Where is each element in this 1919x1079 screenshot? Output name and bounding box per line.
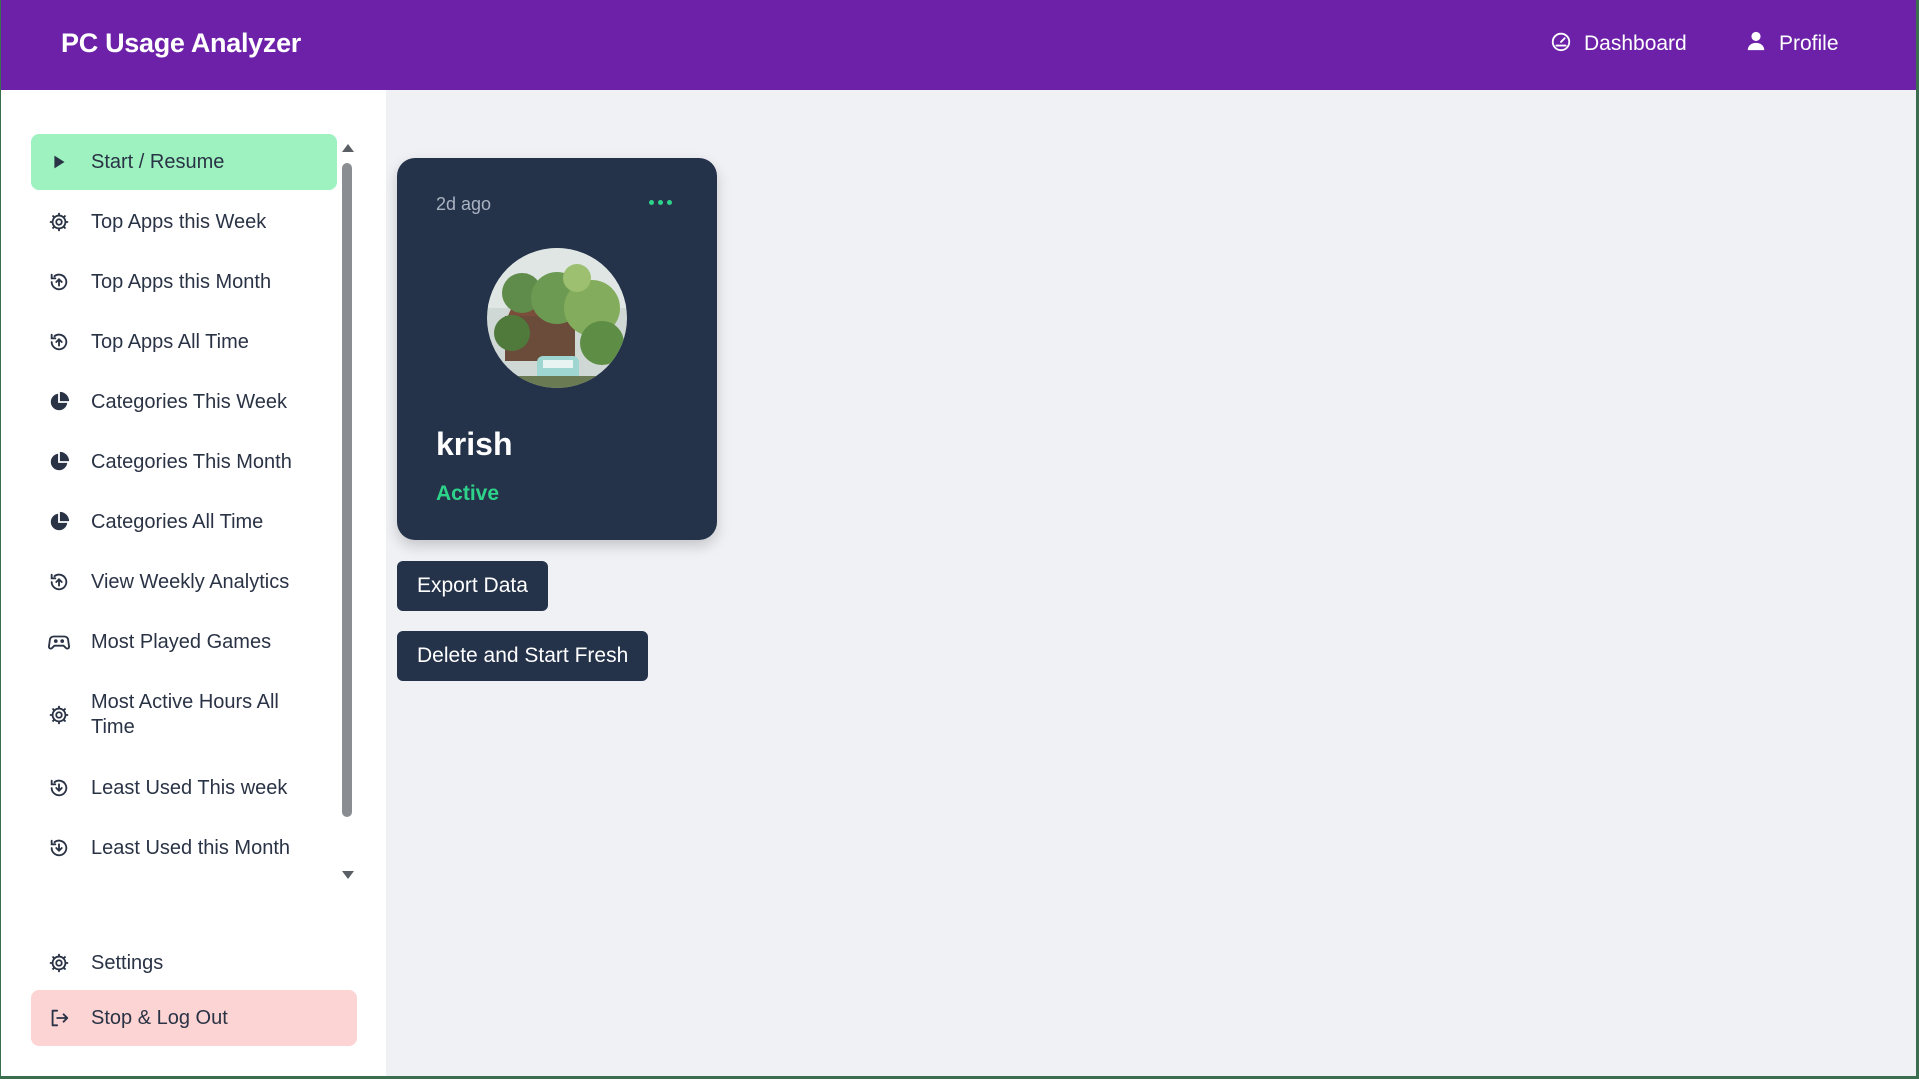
- sidebar-item-least-used-week[interactable]: Least Used This week: [31, 760, 337, 816]
- sidebar-item-label: Start / Resume: [91, 150, 225, 173]
- nav-profile-link[interactable]: Profile: [1745, 30, 1839, 58]
- sidebar-item-least-used-month[interactable]: Least Used this Month: [31, 820, 337, 876]
- app-title: PC Usage Analyzer: [61, 28, 301, 58]
- sidebar-item-settings[interactable]: Settings: [31, 935, 357, 991]
- history-up-icon: [47, 330, 71, 354]
- sidebar-item-top-apps-week[interactable]: Top Apps this Week: [31, 194, 337, 250]
- gamepad-icon: [47, 630, 71, 654]
- top-navbar: PC Usage Analyzer Dashboard Profile: [1, 0, 1916, 90]
- history-down-icon: [47, 776, 71, 800]
- history-up-icon: [47, 570, 71, 594]
- sidebar-item-label: Top Apps All Time: [91, 330, 249, 353]
- sidebar-item-most-played-games[interactable]: Most Played Games: [31, 614, 337, 670]
- gauge-icon: [1550, 30, 1572, 58]
- logout-button[interactable]: Stop & Log Out: [31, 990, 357, 1046]
- sidebar-item-label: Top Apps this Month: [91, 270, 272, 293]
- status-badge: Active: [436, 482, 500, 505]
- sidebar-item-top-apps-all-time[interactable]: Top Apps All Time: [31, 314, 337, 370]
- sidebar-item-most-active-hours[interactable]: Most Active Hours All Time: [31, 674, 337, 756]
- nav-dashboard-link[interactable]: Dashboard: [1550, 30, 1687, 58]
- delete-and-start-fresh-button[interactable]: Delete and Start Fresh: [397, 631, 649, 681]
- sidebar: Start / Resume Top Apps this Week Top Ap…: [1, 90, 386, 1076]
- sidebar-item-label: Categories This Week: [91, 390, 288, 413]
- profile-card: 2d ago krish Active: [397, 158, 717, 540]
- sidebar-item-start-resume[interactable]: Start / Resume: [31, 134, 337, 190]
- scroll-up-arrow-icon[interactable]: [342, 144, 354, 152]
- sidebar-scrollbar[interactable]: [339, 140, 355, 885]
- sidebar-item-weekly-analytics[interactable]: View Weekly Analytics: [31, 554, 337, 610]
- sidebar-menu: Start / Resume Top Apps this Week Top Ap…: [31, 134, 337, 894]
- logout-label: Stop & Log Out: [91, 1006, 228, 1029]
- user-icon: [1745, 30, 1767, 58]
- nav-profile-label: Profile: [1779, 32, 1839, 55]
- gear-icon: [47, 210, 71, 234]
- nav-dashboard-label: Dashboard: [1584, 32, 1687, 55]
- more-options-icon[interactable]: [649, 200, 672, 205]
- app-window: PC Usage Analyzer Dashboard Profile Star…: [1, 0, 1916, 1076]
- sidebar-item-top-apps-month[interactable]: Top Apps this Month: [31, 254, 337, 310]
- pie-chart-icon: [47, 510, 71, 534]
- gear-icon: [47, 703, 71, 727]
- sidebar-item-categories-all-time[interactable]: Categories All Time: [31, 494, 337, 550]
- sidebar-item-label: Top Apps this Week: [91, 210, 267, 233]
- sidebar-item-label: Settings: [91, 951, 164, 974]
- avatar: [487, 248, 627, 388]
- gear-icon: [47, 951, 71, 975]
- sidebar-item-label: View Weekly Analytics: [91, 570, 290, 593]
- pie-chart-icon: [47, 390, 71, 414]
- history-up-icon: [47, 270, 71, 294]
- logout-icon: [47, 1006, 71, 1030]
- sidebar-item-label: Least Used this Month: [91, 836, 290, 859]
- play-icon: [47, 150, 71, 174]
- sidebar-item-categories-week[interactable]: Categories This Week: [31, 374, 337, 430]
- sidebar-item-label: Categories All Time: [91, 510, 264, 533]
- scroll-down-arrow-icon[interactable]: [342, 871, 354, 879]
- sidebar-item-label: Categories This Month: [91, 450, 292, 473]
- profile-name: krish: [436, 426, 513, 462]
- sidebar-item-label: Most Played Games: [91, 630, 272, 653]
- sidebar-item-categories-month[interactable]: Categories This Month: [31, 434, 337, 490]
- sidebar-item-label: Most Active Hours All Time: [91, 691, 279, 738]
- scroll-thumb[interactable]: [342, 163, 352, 817]
- sidebar-item-label: Least Used This week: [91, 776, 288, 799]
- history-down-icon: [47, 836, 71, 860]
- export-data-button[interactable]: Export Data: [397, 561, 548, 611]
- last-active-time: 2d ago: [436, 194, 492, 214]
- pie-chart-icon: [47, 450, 71, 474]
